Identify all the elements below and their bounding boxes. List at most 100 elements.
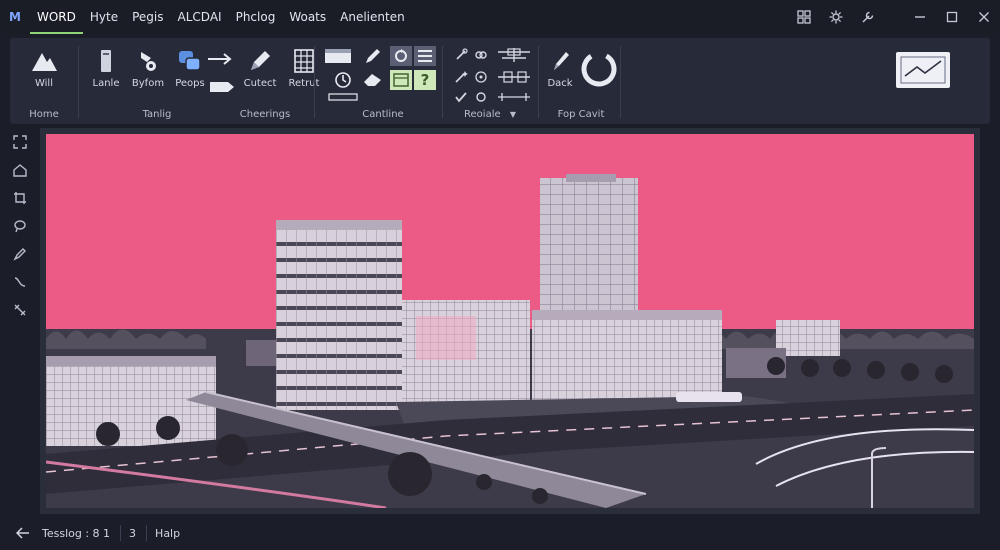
measure-icon[interactable] [10,300,30,320]
ribbon-group-cheerings: Cutect Retrut Cheerings [200,38,330,124]
tag-icon[interactable] [208,78,236,96]
power-dial-icon[interactable] [580,50,618,88]
menu-item-alcdai[interactable]: ALCDAI [171,0,229,34]
chart-line-icon[interactable] [896,52,950,88]
node-icon[interactable] [472,88,490,106]
chain-icon[interactable] [472,46,490,64]
mountain-icon [29,46,59,76]
ribbon-group-home: Will Home [10,38,78,124]
minimize-icon[interactable] [904,0,936,34]
eraser-icon[interactable] [362,70,384,90]
status-count: 3 [129,526,137,540]
spread-icon[interactable] [494,88,534,106]
status-separator [146,525,148,541]
ruler-icon[interactable] [328,92,358,102]
lanle-label: Lanle [92,78,120,89]
curve-icon[interactable] [10,272,30,292]
close-icon[interactable] [968,0,1000,34]
lasso-icon[interactable] [10,216,30,236]
menu-item-phclog[interactable]: Phclog [229,0,283,34]
grid-icon[interactable] [788,0,820,34]
tree [935,365,953,383]
refresh-icon[interactable] [390,46,412,66]
clock-icon[interactable] [332,70,354,90]
target-icon[interactable] [472,68,490,86]
check-icon[interactable] [452,88,470,106]
tree [476,474,492,490]
left-toolbar [0,126,38,514]
help-link[interactable]: Halp [155,527,180,540]
banded-tower [276,220,402,410]
ribbon-group-reoiale: Reoiale ▼ [446,38,542,124]
tree [767,357,785,375]
menu-item-anelienten[interactable]: Anelienten [333,0,412,34]
3d-viewport[interactable] [40,128,980,514]
crop-icon[interactable] [10,188,30,208]
panel-icon[interactable] [390,70,412,90]
wand-icon[interactable] [452,68,470,86]
help-icon[interactable]: ? [414,70,436,90]
menu-item-hyte[interactable]: Hyte [83,0,125,34]
pencil-icon[interactable] [362,46,384,66]
tree [801,359,819,377]
window-icon[interactable] [324,46,352,66]
will-label: Will [34,78,53,89]
byfom-label: Byfom [131,78,165,89]
status-separator [120,525,122,541]
menu-item-word[interactable]: WORD [30,0,83,34]
menu-item-woats[interactable]: Woats [282,0,333,34]
tree [901,363,919,381]
tree [96,422,120,446]
tree [867,361,885,379]
page-icon [91,46,121,76]
lanle-button[interactable]: Lanle [86,46,126,89]
select-frame-icon[interactable] [10,132,30,152]
ribbon-group-cantline: ? Cantline [318,38,448,124]
byfom-button[interactable]: Byfom [128,46,168,89]
tree [216,434,248,466]
banded-tower-roof [276,220,402,230]
tree [156,416,180,440]
vehicle [676,392,742,402]
chevron-down-icon[interactable]: ▼ [510,110,516,119]
tall-tower-crown [566,174,616,182]
arrow-right-icon[interactable] [206,50,236,68]
status-text: Tesslog : 8 1 [42,526,111,540]
align-icon[interactable] [494,46,534,64]
dack-label: Dack [547,78,573,89]
pen-icon [245,46,275,76]
home-icon[interactable] [10,160,30,180]
distribute-icon[interactable] [494,68,534,86]
pencil-tool-icon[interactable] [10,244,30,264]
dack-button[interactable]: Dack [542,46,578,89]
ribbon: Will Home Lanle Byfom Peops Tanlig Cutec… [10,38,990,124]
tree [388,452,432,496]
reoiale-label: Reoiale [464,109,501,120]
group-label-cheerings: Cheerings [239,109,291,120]
ribbon-separator [442,46,443,118]
ribbon-separator [314,46,315,118]
ribbon-group-topcavit: Dack Fop Cavit [540,38,622,124]
brush-pen-icon [545,46,575,76]
arrow-left-icon[interactable] [15,524,30,543]
maximize-icon[interactable] [936,0,968,34]
group-label-home: Home [29,109,59,120]
cutect-label: Cutect [243,78,277,89]
menu-item-pegis[interactable]: Pegis [125,0,170,34]
cutect-button[interactable]: Cutect [240,46,280,89]
list-icon[interactable] [414,46,436,66]
will-button[interactable]: Will [22,46,66,89]
menubar: M WORD Hyte Pegis ALCDAI Phclog Woats An… [0,0,1000,34]
city-scene-render [46,134,974,508]
tree [532,488,548,504]
group-label-topcavit: Fop Cavit [557,109,605,120]
gear-icon[interactable] [820,0,852,34]
wrench-icon[interactable] [852,0,884,34]
ribbon-separator [538,46,539,118]
app-logo[interactable]: M [0,0,30,34]
link-icon[interactable] [452,46,470,64]
ribbon-separator [620,46,621,118]
group-label-reoiale: Reoiale ▼ [446,109,542,120]
group-label-cantline: Cantline [362,109,404,120]
